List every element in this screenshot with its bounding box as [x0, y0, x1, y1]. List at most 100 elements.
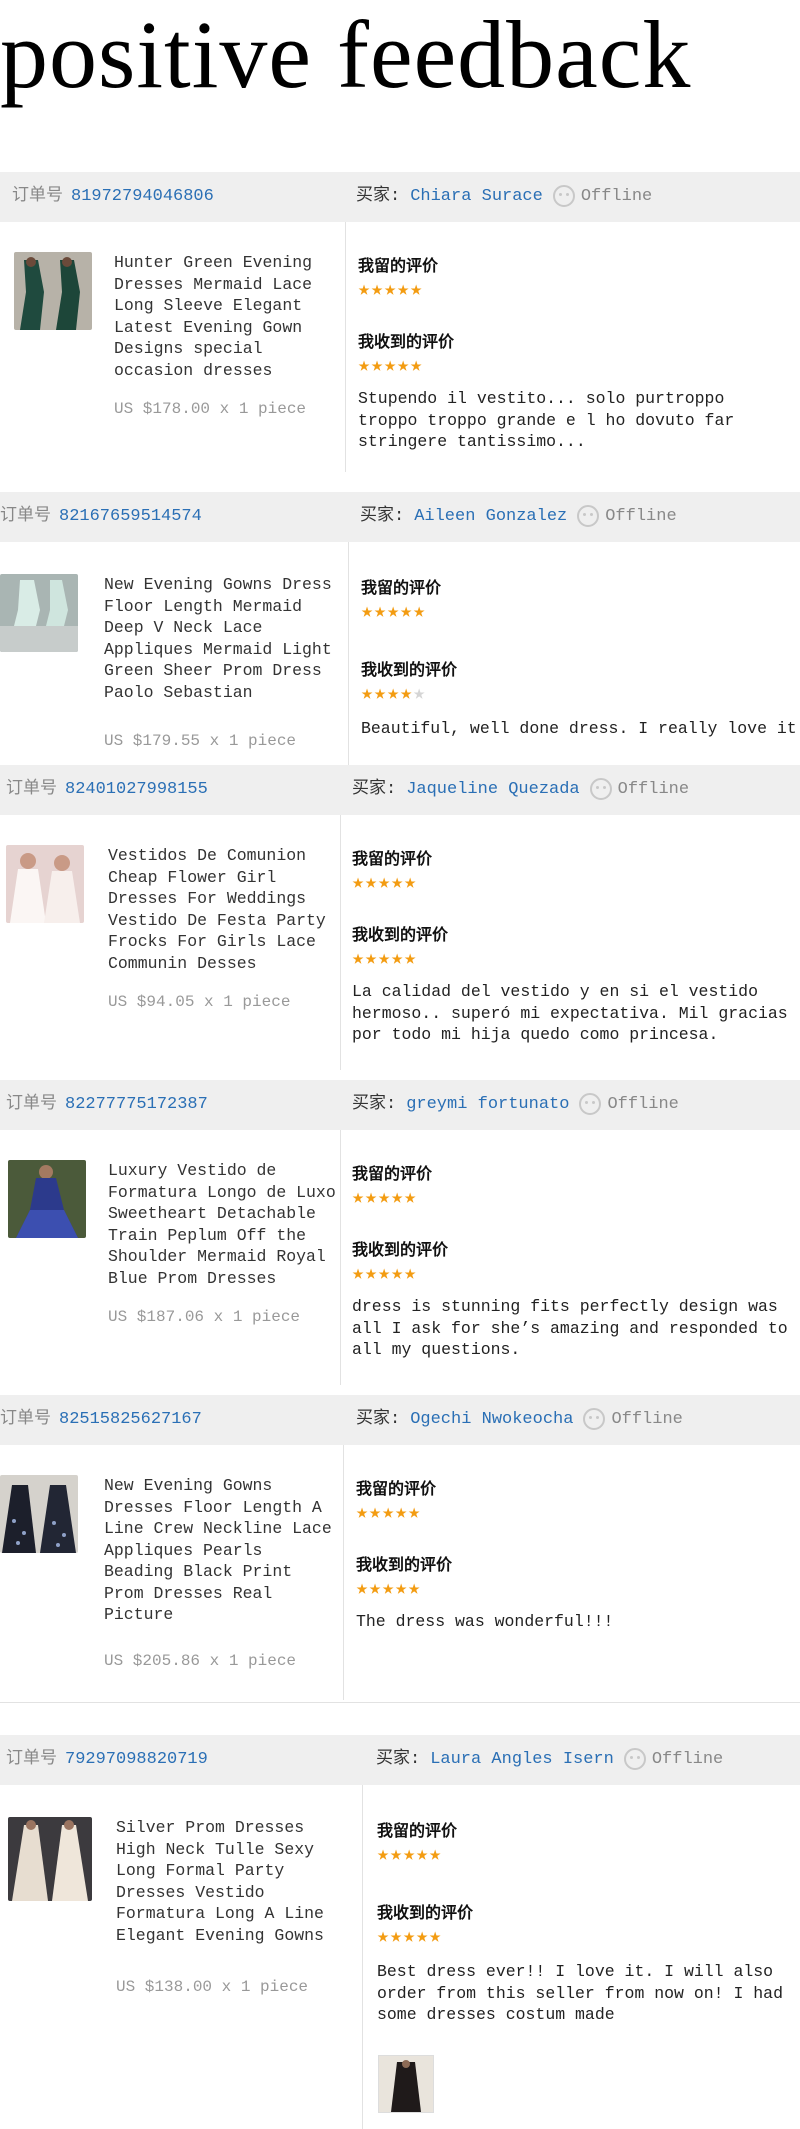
- order-number-label: 订单号: [0, 1410, 51, 1429]
- buyer-info: 买家: Aileen Gonzalez Offline: [360, 492, 677, 542]
- order-number-label: 订单号: [6, 780, 57, 799]
- buyer-name-link[interactable]: Chiara Surace: [410, 187, 543, 206]
- order-number-link[interactable]: 79297098820719: [65, 1750, 208, 1769]
- online-status: Offline: [580, 187, 653, 206]
- my-rating-label: 我留的评价: [358, 256, 439, 275]
- order-header: 订单号 79297098820719 买家: Laura Angles Isern O…: [0, 1735, 800, 1785]
- received-rating-stars: ★★★★★: [361, 683, 427, 706]
- my-rating-label: 我留的评价: [352, 849, 433, 868]
- rating-panel: 我留的评价 ★★★★★ 我收到的评价 ★★★★★ Best dress ever…: [377, 1817, 795, 2026]
- received-rating-stars: ★★★★★: [356, 1578, 422, 1601]
- my-rating-stars: ★★★★★: [361, 601, 427, 624]
- buyer-name-link[interactable]: Laura Angles Isern: [430, 1750, 614, 1769]
- product-thumbnail[interactable]: [14, 252, 92, 330]
- order-number-link[interactable]: 82515825627167: [59, 1410, 202, 1429]
- rating-panel: 我留的评价 ★★★★★ 我收到的评价 ★★★★★ dress is stunni…: [352, 1160, 792, 1361]
- chat-status-icon[interactable]: [579, 1092, 602, 1115]
- online-status: Offline: [651, 1750, 724, 1769]
- received-rating-label: 我收到的评价: [352, 1240, 449, 1259]
- product-price: US $138.00 x 1 piece: [116, 1978, 309, 1996]
- rating-panel: 我留的评价 ★★★★★ 我收到的评价 ★★★★★ Stupendo il ves…: [358, 252, 788, 453]
- chat-status-icon[interactable]: [583, 1407, 606, 1430]
- buyer-info: 买家: Jaqueline Quezada Offline: [352, 765, 689, 815]
- product-thumbnail[interactable]: [0, 1475, 78, 1553]
- order-number-link[interactable]: 81972794046806: [71, 187, 214, 206]
- buyer-label: 买家:: [356, 187, 401, 206]
- received-rating-stars: ★★★★★: [352, 948, 418, 971]
- chat-status-icon[interactable]: [552, 184, 575, 207]
- rating-panel: 我留的评价 ★★★★★ 我收到的评价 ★★★★★ The dress was w…: [356, 1475, 796, 1633]
- received-rating-stars: ★★★★★: [352, 1263, 418, 1286]
- order-number-label: 订单号: [0, 507, 51, 526]
- buyer-name-link[interactable]: Aileen Gonzalez: [414, 507, 567, 526]
- product-name-link[interactable]: New Evening Gowns Dresses Floor Length A…: [104, 1475, 340, 1626]
- page-headline: positive feedback: [0, 1, 692, 108]
- product-price: US $94.05 x 1 piece: [108, 993, 291, 1011]
- my-rating-label: 我留的评价: [361, 578, 442, 597]
- column-divider: [340, 815, 341, 1070]
- received-rating-label: 我收到的评价: [377, 1903, 474, 1922]
- order-body: New Evening Gowns Dresses Floor Length A…: [0, 1445, 800, 1700]
- product-name-link[interactable]: New Evening Gowns Dress Floor Length Mer…: [104, 574, 340, 703]
- my-rating-label: 我留的评价: [352, 1164, 433, 1183]
- chat-status-icon[interactable]: [623, 1747, 646, 1770]
- online-status: Offline: [617, 780, 690, 799]
- received-rating-label: 我收到的评价: [352, 925, 449, 944]
- buyer-name-link[interactable]: greymi fortunato: [406, 1095, 569, 1114]
- online-status: Offline: [607, 1095, 679, 1114]
- order-number-link[interactable]: 82277775172387: [65, 1095, 208, 1114]
- buyer-info: 买家: Ogechi Nwokeocha Offline: [356, 1395, 683, 1445]
- review-text: The dress was wonderful!!!: [356, 1612, 614, 1631]
- review-photo[interactable]: [378, 2055, 434, 2113]
- buyer-label: 买家:: [352, 780, 397, 799]
- order-header: 订单号 82515825627167 买家: Ogechi Nwokeocha Off…: [0, 1395, 800, 1445]
- column-divider: [362, 1785, 363, 2129]
- received-rating-label: 我收到的评价: [358, 332, 455, 351]
- product-name-link[interactable]: Vestidos De Comunion Cheap Flower Girl D…: [108, 845, 338, 974]
- product-thumbnail[interactable]: [6, 845, 84, 923]
- product-thumbnail[interactable]: [8, 1817, 92, 1901]
- order-number: 订单号 82515825627167: [0, 1395, 202, 1445]
- order-header: 订单号 81972794046806 买家: Chiara Surace Offlin…: [0, 172, 800, 222]
- product-price: US $187.06 x 1 piece: [108, 1308, 301, 1326]
- online-status: Offline: [605, 507, 677, 526]
- buyer-name-link[interactable]: Ogechi Nwokeocha: [410, 1410, 573, 1429]
- order-number-link[interactable]: 82167659514574: [59, 507, 202, 526]
- section-divider: [0, 1702, 800, 1703]
- product-thumbnail[interactable]: [8, 1160, 86, 1238]
- chat-status-icon[interactable]: [577, 504, 600, 527]
- order-number: 订单号 82167659514574: [0, 492, 202, 542]
- order-header: 订单号 82277775172387 买家: greymi fortunato Off…: [0, 1080, 800, 1130]
- product-name-link[interactable]: Hunter Green Evening Dresses Mermaid Lac…: [114, 252, 344, 381]
- my-rating-label: 我留的评价: [377, 1821, 458, 1840]
- buyer-label: 买家:: [352, 1095, 397, 1114]
- rating-panel: 我留的评价 ★★★★★ 我收到的评价 ★★★★★ La calidad del …: [352, 845, 792, 1046]
- order-number: 订单号 81972794046806: [12, 172, 214, 222]
- my-rating-stars: ★★★★★: [352, 1187, 418, 1210]
- buyer-label: 买家:: [360, 507, 405, 526]
- product-price: US $178.00 x 1 piece: [114, 400, 307, 418]
- product-name-link[interactable]: Luxury Vestido de Formatura Longo de Lux…: [108, 1160, 338, 1289]
- buyer-name-link[interactable]: Jaqueline Quezada: [406, 780, 579, 799]
- my-rating-stars: ★★★★★: [358, 279, 424, 302]
- review-text: Best dress ever!! I love it. I will also…: [377, 1962, 783, 2024]
- order-number: 订单号 82401027998155: [6, 765, 208, 815]
- product-name-link[interactable]: Silver Prom Dresses High Neck Tulle Sexy…: [116, 1817, 346, 1946]
- chat-status-icon[interactable]: [589, 777, 612, 800]
- order-header: 订单号 82167659514574 买家: Aileen Gonzalez Offl…: [0, 492, 800, 542]
- product-price: US $205.86 x 1 piece: [104, 1652, 297, 1670]
- review-text: Stupendo il vestito... solo purtroppo tr…: [358, 389, 735, 451]
- my-rating-stars: ★★★★★: [377, 1844, 443, 1867]
- order-number-link[interactable]: 82401027998155: [65, 780, 208, 799]
- buyer-label: 买家:: [376, 1750, 421, 1769]
- received-rating-stars: ★★★★★: [358, 355, 424, 378]
- received-rating-label: 我收到的评价: [361, 660, 458, 679]
- buyer-info: 买家: Chiara Surace Offline: [356, 172, 652, 222]
- product-thumbnail[interactable]: [0, 574, 78, 652]
- column-divider: [345, 222, 346, 472]
- my-rating-stars: ★★★★★: [352, 872, 418, 895]
- received-rating-stars: ★★★★★: [377, 1926, 443, 1949]
- column-divider: [343, 1445, 344, 1700]
- online-status: Offline: [611, 1410, 683, 1429]
- order-number: 订单号 82277775172387: [6, 1080, 208, 1130]
